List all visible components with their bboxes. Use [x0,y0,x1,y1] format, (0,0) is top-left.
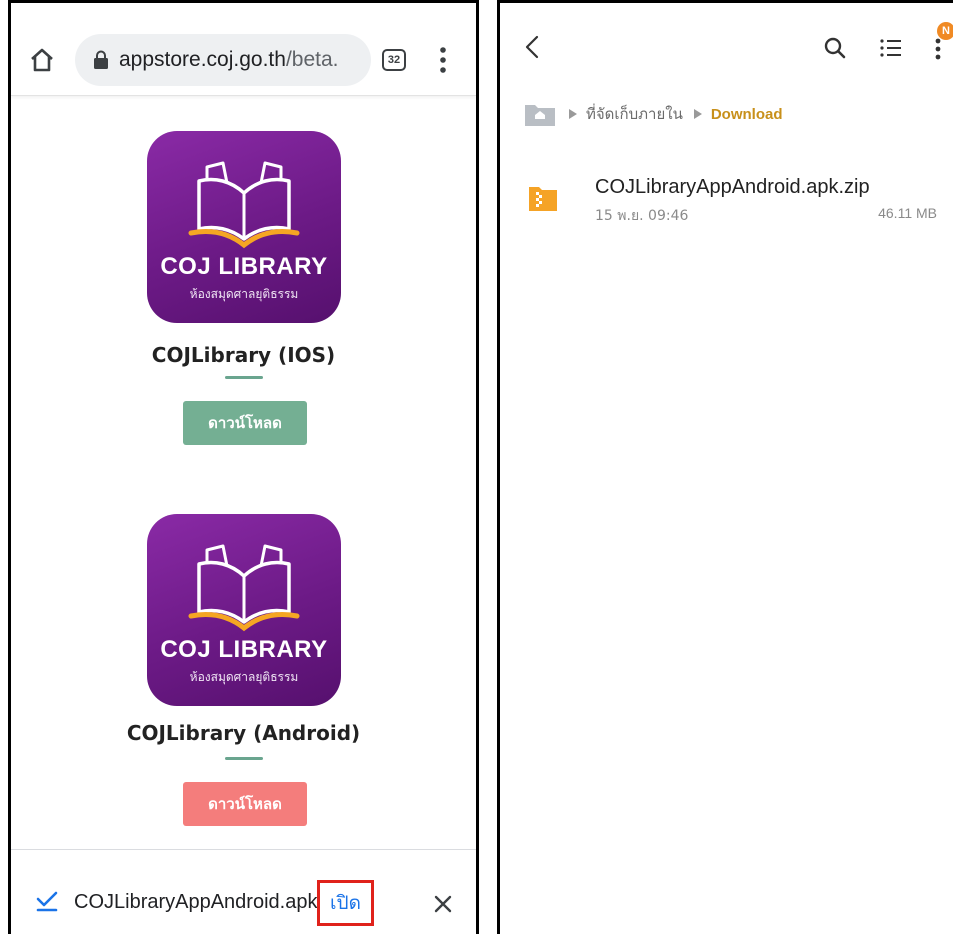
more-menu-icon[interactable] [438,45,448,75]
zip-folder-icon [529,187,557,211]
open-download-button[interactable]: เปิด [317,880,374,926]
coj-library-app-icon: COJ LIBRARY ห้องสมุดศาลยุติธรรม [147,514,341,706]
home-folder-icon[interactable] [524,101,556,127]
file-list-item[interactable]: COJLibraryAppAndroid.apk.zip 15 พ.ย. 09:… [500,168,953,238]
browser-screen: appstore.coj.go.th/beta. 32 COJ LIBRARY … [8,0,479,934]
file-name: COJLibraryAppAndroid.apk.zip [595,176,870,198]
list-view-icon[interactable] [879,37,901,59]
browser-toolbar: appstore.coj.go.th/beta. 32 [11,3,476,96]
breadcrumb-arrow-icon [569,109,577,119]
url-path: /beta. [285,48,339,71]
downloaded-filename: COJLibraryAppAndroid.apk [74,891,318,913]
open-book-icon [188,544,300,632]
breadcrumb-arrow-icon [693,109,702,119]
icon-subtitle: ห้องสมุดศาลยุติธรรม [189,670,299,684]
download-android-button[interactable]: ดาวน์โหลด [183,782,307,826]
open-book-icon [188,161,300,249]
app-name: COJLibrary (Android) [126,721,361,745]
download-complete-bar: COJLibraryAppAndroid.apk เปิด [11,849,476,934]
tab-switcher-button[interactable]: 32 [382,49,406,71]
back-arrow-icon[interactable] [525,35,539,59]
file-date: 15 พ.ย. 09:46 [595,208,689,224]
more-options-icon[interactable] [934,35,942,63]
file-size: 46.11 MB [878,205,937,221]
icon-title: COJ LIBRARY [160,253,328,280]
home-icon[interactable] [29,47,55,73]
address-bar[interactable]: appstore.coj.go.th/beta. [75,34,371,86]
download-ios-button[interactable]: ดาวน์โหลด [183,401,307,445]
search-icon[interactable] [824,37,846,59]
breadcrumb-current-folder[interactable]: Download [711,106,783,123]
url-host: appstore.coj.go.th [119,48,286,71]
close-icon[interactable] [434,895,452,913]
icon-subtitle: ห้องสมุดศาลยุติธรรม [189,287,299,301]
notification-badge: N [937,22,953,40]
url-text: appstore.coj.go.th/beta. [119,48,339,72]
title-underline [225,376,263,379]
breadcrumb: ที่จัดเก็บภายใน Download [524,99,783,129]
breadcrumb-internal-storage[interactable]: ที่จัดเก็บภายใน [586,102,683,126]
icon-title: COJ LIBRARY [160,636,328,663]
tab-count: 32 [387,54,401,66]
coj-library-app-icon: COJ LIBRARY ห้องสมุดศาลยุติธรรม [147,131,341,323]
download-done-icon [36,891,58,912]
app-name: COJLibrary (IOS) [151,343,336,367]
title-underline [225,757,263,760]
lock-icon [94,50,108,69]
file-manager-screen: N ที่จัดเก็บภายใน Download COJLibraryApp… [497,0,953,934]
